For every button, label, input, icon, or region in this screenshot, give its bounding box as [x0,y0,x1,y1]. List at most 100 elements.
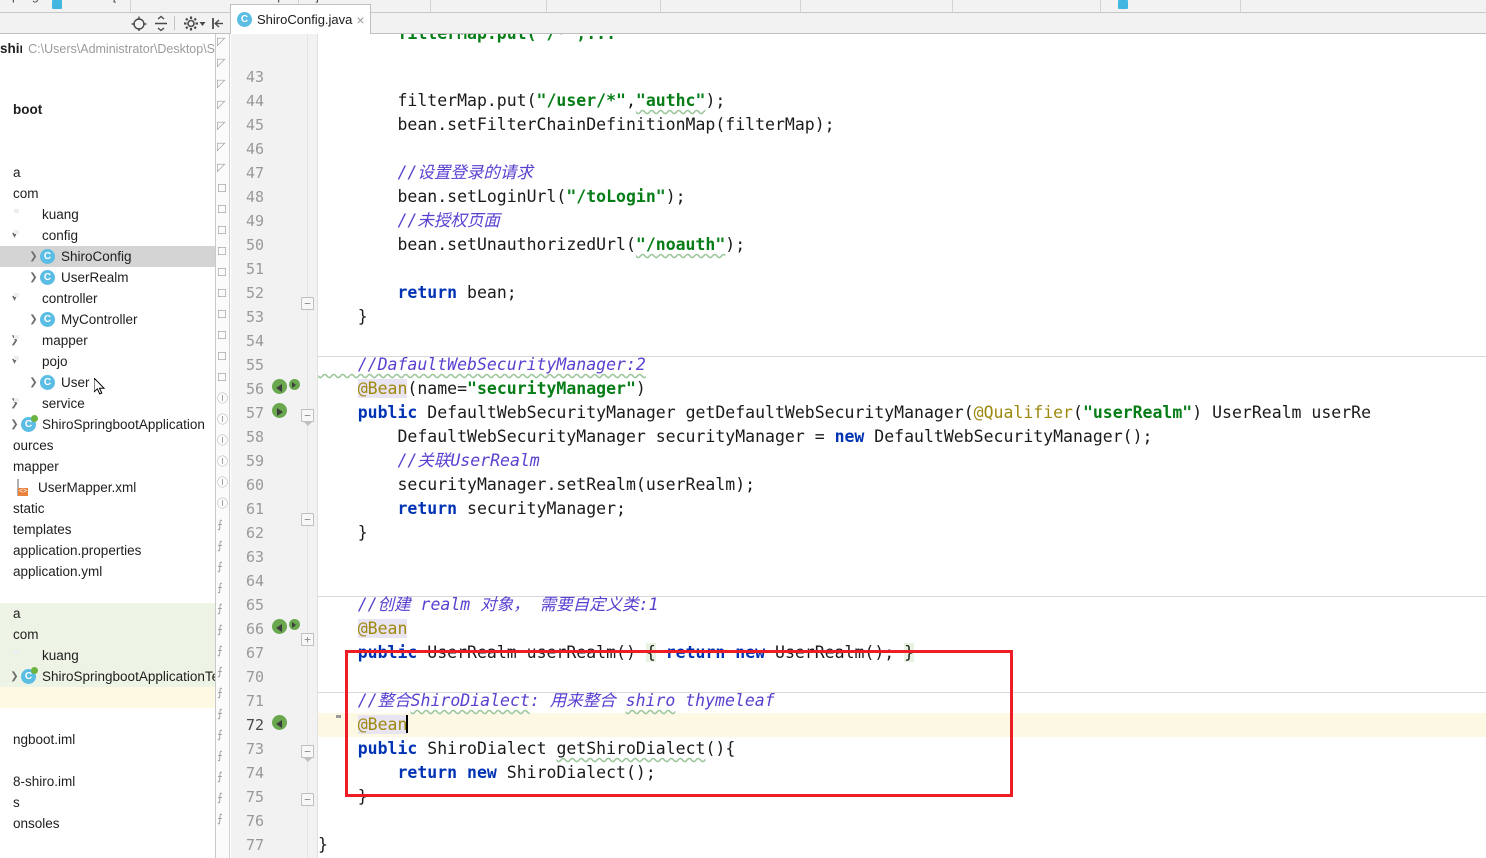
tree-node-blank[interactable] [0,687,215,708]
tree-node-s[interactable]: s [0,792,215,813]
tree-node-ngboot-iml[interactable]: ngboot.iml [0,729,215,750]
tree-node-label: ShiroConfig [61,249,132,264]
tree-node-userrealm[interactable]: ❯ C UserRealm [0,267,215,288]
tree-node-8-shiro-iml[interactable]: 8-shiro.iml [0,771,215,792]
line-number-73: 73 [245,740,264,758]
chevron-down-icon[interactable] [198,15,207,32]
rail-marker-icon: ◸ [217,99,226,111]
tree-node-mapper[interactable]: ❯ mapper [0,330,215,351]
line-number-57: 57 [245,404,264,422]
tree-node-shirospringbootapplication[interactable]: ❯ C ShiroSpringbootApplication [0,414,215,435]
spring-bean-gutter-icon[interactable] [272,403,288,419]
line-number-53: 53 [245,308,264,326]
tree-node-service[interactable]: ❯ service [0,393,215,414]
close-icon[interactable]: × [356,13,364,27]
spring-bean-autowire-gutter-icon[interactable] [289,377,305,393]
folder-icon [21,333,38,348]
line-number-63: 63 [245,548,264,566]
collapse-all-icon[interactable] [152,15,170,32]
rail-marker-icon: ◸ [217,36,226,48]
tree-node-label: a [13,606,21,621]
spring-bean-gutter-icon[interactable] [272,619,288,635]
tree-node-templates[interactable]: templates [0,519,215,540]
tree-node-config[interactable]: ▾ config [0,225,215,246]
line-number-60: 60 [245,476,264,494]
rail-marker-icon: ◸ [217,57,226,69]
spring-bean-autowire-gutter-icon[interactable] [289,617,305,633]
tree-node-label: ngboot.iml [13,732,76,747]
tree-node-kuang[interactable]: kuang [0,645,215,666]
spring-boot-class-icon: C [21,667,38,684]
tree-node-controller[interactable]: ▾ controller [0,288,215,309]
project-root-label: shiro [0,41,23,56]
rail-marker-icon: ☐ [217,225,227,237]
fold-marker-collapse[interactable]: − [301,409,314,426]
chevron-right-icon[interactable]: ❯ [8,671,21,682]
tree-node-kuang[interactable]: kuang [0,204,215,225]
code-line-67: public UserRealm userRealm() { return ne… [357,643,915,662]
tree-node-shirospringbootapplicationtest[interactable]: ❯ C ShiroSpringbootApplicationTest [0,666,215,687]
line-number-55: 55 [245,356,264,374]
tree-node-mycontroller[interactable]: ❯ C MyController [0,309,215,330]
tree-node-pojo[interactable]: ▾ pojo [0,351,215,372]
editor-tab-shiroconfig[interactable]: C ShiroConfig.java × [230,4,371,34]
rail-marker-icon: ☐ [217,351,227,363]
rail-marker-icon: ◸ [217,162,226,174]
code-line-59: //关联UserRealm [318,451,540,470]
tree-node-project-root[interactable]: shiro C:\Users\Administrator\Desktop\S [0,38,215,59]
tree-node-application-properties[interactable]: application.properties [0,540,215,561]
tree-node-a[interactable]: a [0,603,215,624]
line-number-51: 51 [245,260,264,278]
rail-marker-icon: Ⓘ [217,456,228,468]
project-tool-window[interactable]: shiro C:\Users\Administrator\Desktop\S b… [0,34,215,858]
rail-marker-icon: ⨍ [217,666,223,678]
tree-node-usermapper-xml[interactable]: UserMapper.xml [0,477,215,498]
tree-node-label: mapper [13,459,59,474]
code-line-44: filterMap.put("/user/*","authc"); [318,91,726,110]
chevron-right-icon[interactable]: ❯ [8,419,21,430]
folder-icon [21,291,38,306]
hide-panel-icon[interactable] [209,15,227,32]
tree-node-onsoles[interactable]: onsoles [0,813,215,834]
tree-node-a[interactable]: a [0,162,215,183]
fold-marker-collapse[interactable]: − [301,793,314,806]
locate-target-icon[interactable] [130,15,148,32]
tree-node-user[interactable]: ❯ C User [0,372,215,393]
tree-node-com[interactable]: com [0,183,215,204]
rail-marker-icon: ⨍ [217,729,223,741]
tree-node-application-yml[interactable]: application.yml [0,561,215,582]
tree-node-label: onsoles [13,816,60,831]
rail-marker-icon: ⨍ [217,792,223,804]
tree-node-label: kuang [42,648,79,663]
strip-divider [952,0,953,12]
tree-node-static[interactable]: static [0,498,215,519]
tree-node-shiroconfig[interactable]: ❯ C ShiroConfig [0,246,215,267]
fold-marker-collapse[interactable]: − [301,745,314,762]
code-line-73: public ShiroDialect getShiroDialect(){ [357,739,736,758]
rail-marker-icon: ☐ [217,330,227,342]
code-editor[interactable]: 43 44 45 46 47 48 49 50 51 52 53 54 55 56 57 58 59 60 61 62… [231,34,1486,858]
line-number-46: 46 [245,140,264,158]
chevron-right-icon[interactable]: ❯ [27,377,40,388]
fold-marker-expand[interactable]: + [301,633,314,646]
tree-node-label: s [13,795,20,810]
spring-bean-gutter-icon[interactable] [272,715,288,731]
spring-boot-class-icon: C [21,415,38,432]
tree-node-com[interactable]: com [0,624,215,645]
idea-window: springboot-08-shiro [C:\Users\Administra… [0,0,1486,858]
spring-bean-gutter-icon[interactable] [272,379,288,395]
chevron-right-icon[interactable]: ❯ [27,272,40,283]
code-text[interactable]: filterMap.put("/*",... filterMap.put("/u… [318,34,1486,858]
tree-node-label: com [13,186,39,201]
fold-marker-collapse[interactable]: − [301,297,314,310]
chevron-right-icon[interactable]: ❯ [27,251,40,262]
rail-marker-icon: ⨍ [217,603,223,615]
tree-node-label: com [13,627,39,642]
fold-marker-collapse[interactable]: − [301,513,314,526]
tree-node-label: ShiroSpringbootApplication [42,417,205,432]
chevron-right-icon[interactable]: ❯ [27,314,40,325]
tree-node-ources[interactable]: ources [0,435,215,456]
java-class-icon: C [40,249,57,264]
tree-node-mapper[interactable]: mapper [0,456,215,477]
tree-node-boot[interactable]: boot [0,99,215,120]
